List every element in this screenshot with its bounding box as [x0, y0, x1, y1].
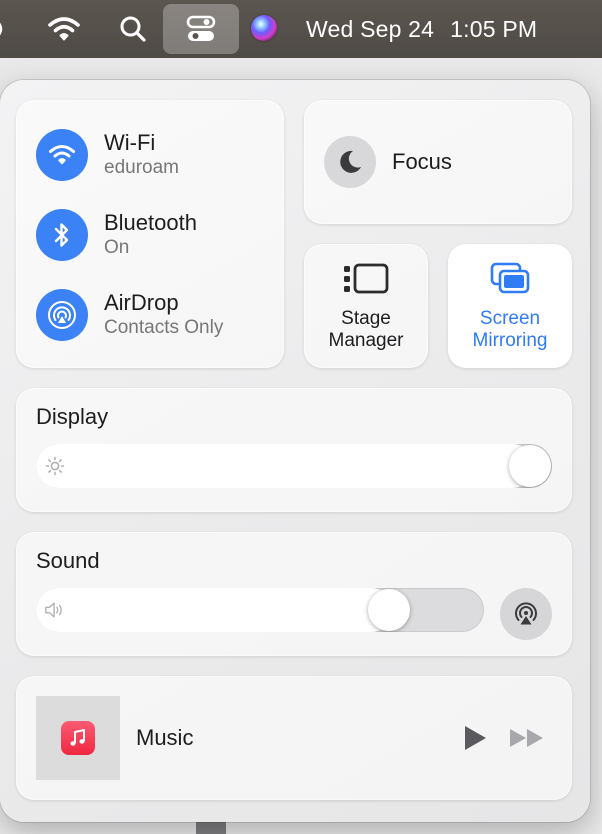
network-tile: Wi-Fi eduroam Bluetooth On AirDrop Conta…	[16, 100, 284, 368]
stage-manager-label-line2: Manager	[328, 330, 404, 351]
siri-icon[interactable]	[248, 12, 280, 44]
volume-knob[interactable]	[368, 589, 410, 631]
clock-time: 1:05 PM	[450, 15, 538, 42]
music-tile: Music	[16, 676, 572, 800]
stage-manager-tile[interactable]: Stage Manager	[304, 244, 428, 368]
moon-icon	[324, 136, 376, 188]
wifi-status-icon[interactable]	[44, 14, 84, 44]
bluetooth-row[interactable]: Bluetooth On	[36, 208, 276, 262]
focus-label: Focus	[392, 149, 452, 174]
wifi-title: Wi-Fi	[104, 130, 156, 155]
stage-manager-label-line1: Stage	[341, 308, 391, 329]
sun-icon	[44, 455, 66, 477]
album-artwork[interactable]	[36, 696, 120, 780]
screen-mirroring-label-line2: Mirroring	[472, 330, 548, 351]
screen-mirroring-icon	[448, 262, 572, 298]
airdrop-status: Contacts Only	[104, 317, 224, 338]
wifi-icon[interactable]	[36, 129, 88, 181]
clock-date: Wed Sep 24	[306, 15, 435, 42]
brightness-knob[interactable]	[509, 445, 551, 487]
display-tile: Display	[16, 388, 572, 512]
airplay-audio-icon[interactable]	[500, 588, 552, 640]
play-icon[interactable]	[460, 722, 490, 754]
airdrop-title: AirDrop	[104, 290, 179, 315]
brightness-fill	[36, 444, 534, 488]
display-heading: Display	[36, 404, 109, 429]
volume-fill	[36, 588, 393, 632]
focus-tile[interactable]: Focus	[304, 100, 572, 224]
partial-status-icon[interactable]	[0, 16, 10, 42]
brightness-slider[interactable]	[36, 444, 552, 488]
music-label: Music	[136, 725, 194, 750]
sound-tile: Sound	[16, 532, 572, 656]
airdrop-row[interactable]: AirDrop Contacts Only	[36, 288, 276, 342]
stage-manager-icon	[304, 262, 428, 298]
wifi-row[interactable]: Wi-Fi eduroam	[36, 128, 276, 182]
menu-bar: Wed Sep 24 1:05 PM	[0, 0, 602, 58]
bluetooth-icon[interactable]	[36, 209, 88, 261]
wifi-network-name: eduroam	[104, 157, 179, 178]
fast-forward-icon[interactable]	[508, 724, 546, 752]
bluetooth-title: Bluetooth	[104, 210, 197, 235]
music-note-icon	[61, 721, 95, 755]
sound-heading: Sound	[36, 548, 100, 573]
control-center-panel: Wi-Fi eduroam Bluetooth On AirDrop Conta…	[0, 80, 590, 822]
search-icon[interactable]	[116, 12, 150, 46]
bluetooth-status: On	[104, 237, 130, 258]
airdrop-icon[interactable]	[36, 289, 88, 341]
volume-slider[interactable]	[36, 588, 484, 632]
screen-mirroring-tile[interactable]: Screen Mirroring	[448, 244, 572, 368]
control-center-icon[interactable]	[163, 4, 239, 54]
menu-bar-clock[interactable]: Wed Sep 24 1:05 PM	[306, 0, 586, 58]
screen-mirroring-label-line1: Screen	[479, 308, 541, 329]
speaker-icon	[44, 599, 66, 621]
